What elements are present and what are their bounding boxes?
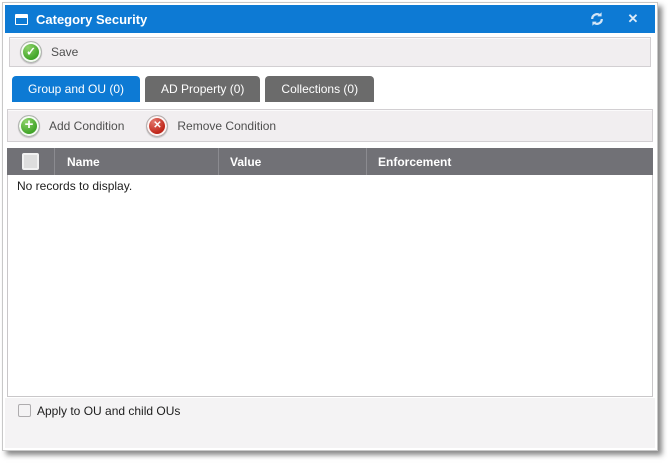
condition-toolbar: + Add Condition ✕ Remove Condition	[7, 109, 653, 142]
footer-bar: Apply to OU and child OUs	[5, 398, 655, 448]
grid-header-row: Name Value Enforcement	[7, 148, 653, 175]
select-all-checkbox[interactable]	[22, 153, 39, 170]
remove-icon: ✕	[146, 115, 168, 137]
grid-header-checkbox-cell	[7, 148, 54, 175]
grid-body: No records to display.	[7, 175, 653, 397]
category-security-dialog: Category Security ✕ ✓ Save	[2, 2, 658, 451]
column-header-value[interactable]: Value	[218, 148, 366, 175]
tab-ad-property[interactable]: AD Property (0)	[145, 76, 260, 102]
titlebar: Category Security ✕	[5, 5, 655, 33]
save-toolbar: ✓ Save	[9, 37, 651, 67]
save-button-label: Save	[51, 45, 78, 59]
column-header-enforcement[interactable]: Enforcement	[366, 148, 653, 175]
apply-ou-checkbox-label: Apply to OU and child OUs	[37, 404, 180, 418]
save-icon: ✓	[20, 41, 42, 63]
save-button[interactable]: ✓ Save	[16, 39, 82, 65]
add-condition-label: Add Condition	[49, 119, 124, 133]
dialog-title: Category Security	[36, 12, 589, 27]
tab-collections[interactable]: Collections (0)	[265, 76, 374, 102]
titlebar-actions: ✕	[589, 11, 641, 27]
tab-strip: Group and OU (0) AD Property (0) Collect…	[12, 76, 655, 102]
close-icon[interactable]: ✕	[625, 11, 641, 27]
add-icon: +	[18, 115, 40, 137]
remove-condition-label: Remove Condition	[177, 119, 276, 133]
apply-ou-checkbox[interactable]	[18, 404, 31, 417]
page-background: Category Security ✕ ✓ Save	[0, 0, 668, 464]
empty-message: No records to display.	[17, 179, 652, 193]
tab-group-and-ou[interactable]: Group and OU (0)	[12, 76, 140, 102]
remove-condition-button[interactable]: ✕ Remove Condition	[142, 113, 280, 139]
column-header-name[interactable]: Name	[54, 148, 218, 175]
refresh-icon[interactable]	[589, 11, 605, 27]
add-condition-button[interactable]: + Add Condition	[14, 113, 128, 139]
window-icon	[15, 14, 28, 25]
conditions-grid: Name Value Enforcement No records to dis…	[7, 148, 653, 397]
